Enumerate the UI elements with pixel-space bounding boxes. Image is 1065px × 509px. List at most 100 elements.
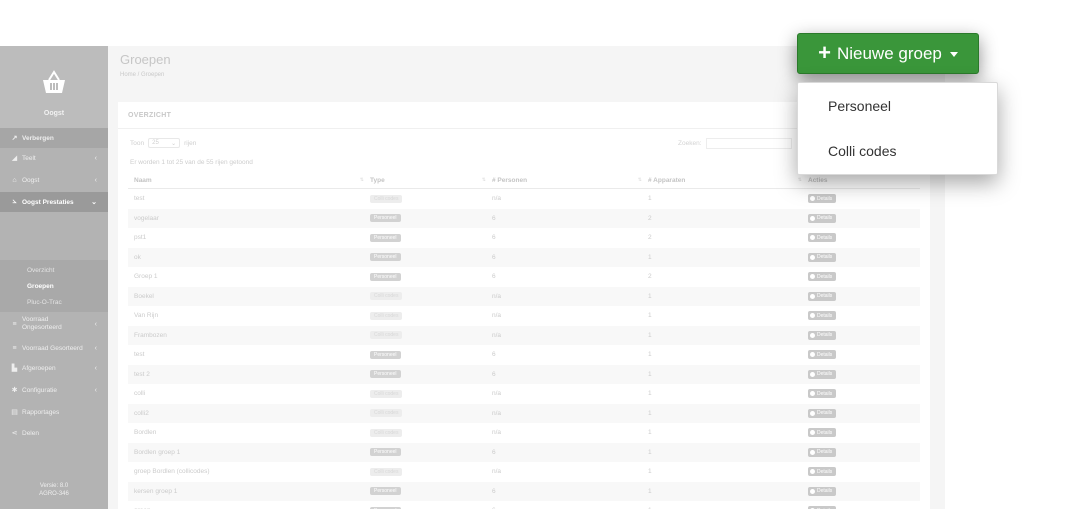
cell-acties: Details: [808, 462, 837, 482]
menu-item-personeel[interactable]: Personeel: [828, 98, 891, 114]
details-button[interactable]: Details: [808, 252, 837, 262]
details-button[interactable]: Details: [808, 213, 837, 223]
details-button[interactable]: Details: [808, 330, 837, 340]
column-header-apparaten[interactable]: # Apparaten ⇅: [648, 172, 808, 188]
subnav-item-overzicht[interactable]: Overzicht: [27, 267, 54, 274]
details-label: Details: [817, 449, 833, 456]
cell-naam: test 2: [134, 370, 150, 378]
details-label: Details: [817, 195, 833, 202]
subnav-item-pluc-o-trac[interactable]: Pluc-O-Trac: [27, 299, 62, 306]
details-button[interactable]: Details: [808, 389, 837, 399]
type-badge: Personeel: [370, 214, 401, 223]
new-group-label: Nieuwe groep: [836, 43, 942, 63]
column-header-type[interactable]: Type ⇅: [370, 172, 492, 188]
voorraad-ongesorteerd-icon: ≡: [12, 320, 17, 328]
cell-type: Personeel: [370, 228, 401, 248]
details-label: Details: [817, 351, 833, 358]
new-group-button[interactable]: + Nieuwe groep: [797, 33, 979, 74]
cell-naam: Bordlen: [134, 429, 157, 437]
sidebar-item-voorraad-ongesorteerd[interactable]: ≡ Voorraad Ongesorteerd ‹: [0, 314, 108, 334]
details-button[interactable]: Details: [808, 408, 837, 418]
cell-personen: n/a: [492, 292, 502, 300]
table-row: ok Personeel 6 1 Details: [128, 247, 920, 267]
info-icon: [810, 196, 815, 202]
type-badge: Personeel: [370, 350, 401, 359]
cell-apparaten: 1: [648, 448, 652, 456]
type-badge: Colli codes: [370, 292, 403, 301]
details-label: Details: [817, 390, 833, 397]
cell-apparaten: 2: [648, 273, 652, 281]
table-row: groep Personeel 6 1 Details: [128, 501, 920, 509]
sidebar-item-voorraad-gesorteerd[interactable]: ≡ Voorraad Gesorteerd ‹: [0, 338, 108, 358]
menu-item-colli-codes[interactable]: Colli codes: [828, 143, 896, 159]
afgeroepen-icon: ▙: [11, 365, 18, 372]
search-control: Zoeken:: [678, 138, 792, 149]
cell-personen: 6: [492, 234, 496, 242]
table-info: Er worden 1 tot 25 van de 55 rijen getoo…: [130, 159, 253, 166]
cell-apparaten: 1: [648, 292, 652, 300]
details-label: Details: [817, 468, 833, 475]
subnav-item-groepen[interactable]: Groepen: [27, 283, 54, 290]
column-header-personen[interactable]: # Personen ⇅: [492, 172, 648, 188]
details-button[interactable]: Details: [808, 194, 837, 204]
sidebar-item-configuratie[interactable]: ✱ Configuratie ‹: [0, 380, 108, 400]
length-prefix: Toon: [130, 139, 145, 147]
details-button[interactable]: Details: [808, 447, 837, 457]
cell-type: Personeel: [370, 209, 401, 229]
details-button[interactable]: Details: [808, 233, 837, 243]
column-header-label: # Personen: [492, 176, 528, 184]
cell-apparaten: 1: [648, 370, 652, 378]
length-suffix: rijen: [184, 139, 197, 147]
details-label: Details: [817, 488, 833, 495]
cell-apparaten: 2: [648, 234, 652, 242]
breadcrumb[interactable]: Home / Groepen: [120, 72, 164, 78]
cell-personen: n/a: [492, 331, 502, 339]
table-row: Frambozen Colli codes n/a 1 Details: [128, 325, 920, 346]
column-header-label: Type: [370, 176, 385, 184]
sidebar-item-oogst-prestaties[interactable]: ⦣ Oogst Prestaties ⌄: [0, 192, 108, 212]
cell-naam: groep Bordlen (collicodes): [134, 468, 210, 476]
details-button[interactable]: Details: [808, 311, 837, 321]
details-button[interactable]: Details: [808, 291, 837, 301]
sidebar-item-afgeroepen[interactable]: ▙ Afgeroepen ‹: [0, 358, 108, 378]
details-button[interactable]: Details: [808, 350, 837, 360]
sidebar-item-verbergen[interactable]: ↗ Verbergen: [0, 128, 108, 148]
details-button[interactable]: Details: [808, 369, 837, 379]
info-icon: [810, 391, 815, 397]
sidebar-item-label: Oogst: [22, 176, 40, 184]
details-button[interactable]: Details: [808, 486, 837, 496]
details-button[interactable]: Details: [808, 467, 837, 477]
sidebar-item-rapportages[interactable]: ▤ Rapportages: [0, 402, 108, 422]
chevron-icon: ‹: [94, 344, 97, 352]
type-badge: Personeel: [370, 272, 401, 281]
sidebar-item-oogst[interactable]: ⌂ Oogst ‹: [0, 170, 108, 190]
column-header-naam[interactable]: Naam ⇅: [134, 172, 370, 188]
info-icon: [810, 352, 815, 358]
column-header-label: Naam: [134, 176, 152, 184]
type-badge: Colli codes: [370, 194, 403, 203]
details-button[interactable]: Details: [808, 428, 837, 438]
table-row: test 2 Personeel 6 1 Details: [128, 364, 920, 384]
info-icon: [810, 215, 815, 221]
page-length-select[interactable]: 25 ⌄: [148, 138, 181, 148]
search-input[interactable]: [705, 138, 792, 149]
cell-acties: Details: [808, 267, 837, 287]
cell-apparaten: 1: [648, 312, 652, 320]
details-button[interactable]: Details: [808, 272, 837, 282]
info-icon: [810, 449, 815, 455]
sidebar-item-delen[interactable]: ⋖ Delen: [0, 423, 108, 443]
cell-acties: Details: [808, 345, 837, 365]
sidebar-item-teelt[interactable]: ◢ Teelt ‹: [0, 148, 108, 168]
cell-type: Personeel: [370, 345, 401, 365]
oogst-icon: ⌂: [12, 176, 17, 184]
cell-acties: Details: [808, 209, 837, 229]
cell-acties: Details: [808, 482, 837, 502]
sidebar-item-label: Delen: [22, 429, 39, 437]
cell-apparaten: 1: [648, 409, 652, 417]
table-row: Bordlen Colli codes n/a 1 Details: [128, 423, 920, 443]
sidebar: Oogst Overzicht Groepen Pluc-O-Trac Vers…: [0, 46, 108, 509]
cell-type: Colli codes: [370, 326, 403, 346]
cell-personen: 6: [492, 253, 496, 261]
table-row: test Personeel 6 1 Details: [128, 345, 920, 365]
type-badge: Colli codes: [370, 331, 403, 340]
